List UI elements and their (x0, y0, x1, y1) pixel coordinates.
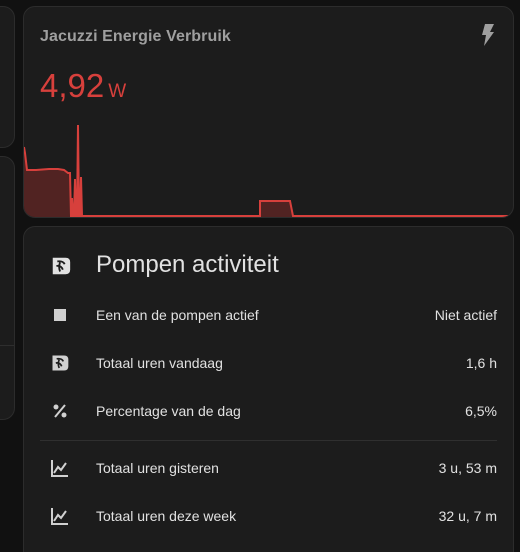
divider (40, 440, 497, 441)
left-card-bottom (0, 156, 15, 420)
sparkline-area (24, 125, 513, 217)
chart-line-icon (51, 460, 68, 477)
row-hours-week[interactable]: Totaal uren deze week 32 u, 7 m (24, 496, 513, 536)
energy-sparkline (24, 124, 513, 217)
row-percentage[interactable]: Percentage van de dag 6,5% (24, 391, 513, 431)
row-value: 6,5% (465, 403, 497, 419)
row-label: Totaal uren deze week (96, 508, 237, 524)
divider (0, 345, 14, 346)
row-value: Niet actief (434, 307, 497, 323)
pumps-card: Pompen activiteit Een van de pompen acti… (23, 226, 514, 552)
row-hours-yesterday[interactable]: Totaal uren gisteren 3 u, 53 m (24, 448, 513, 488)
pumps-card-title: Pompen activiteit (96, 251, 279, 278)
row-hours-today[interactable]: Totaal uren vandaag 1,6 h (24, 343, 513, 383)
percent-icon (53, 404, 67, 418)
pump-icon (52, 257, 71, 275)
row-label: Totaal uren vandaag (96, 355, 223, 371)
row-value: 32 u, 7 m (438, 508, 497, 524)
row-label: Een van de pompen actief (96, 307, 259, 323)
row-value: 1,6 h (465, 355, 497, 371)
row-pumps-active[interactable]: Een van de pompen actief Niet actief (24, 295, 513, 335)
pump-icon (52, 355, 69, 371)
square-icon (54, 309, 66, 321)
row-label: Percentage van de dag (96, 403, 241, 419)
energy-card[interactable]: Jacuzzi Energie Verbruik 4,92 W (23, 6, 514, 218)
row-label: Totaal uren gisteren (96, 460, 219, 476)
left-card-top (0, 6, 15, 148)
chart-line-icon (51, 508, 68, 525)
row-value: 3 u, 53 m (438, 460, 497, 476)
